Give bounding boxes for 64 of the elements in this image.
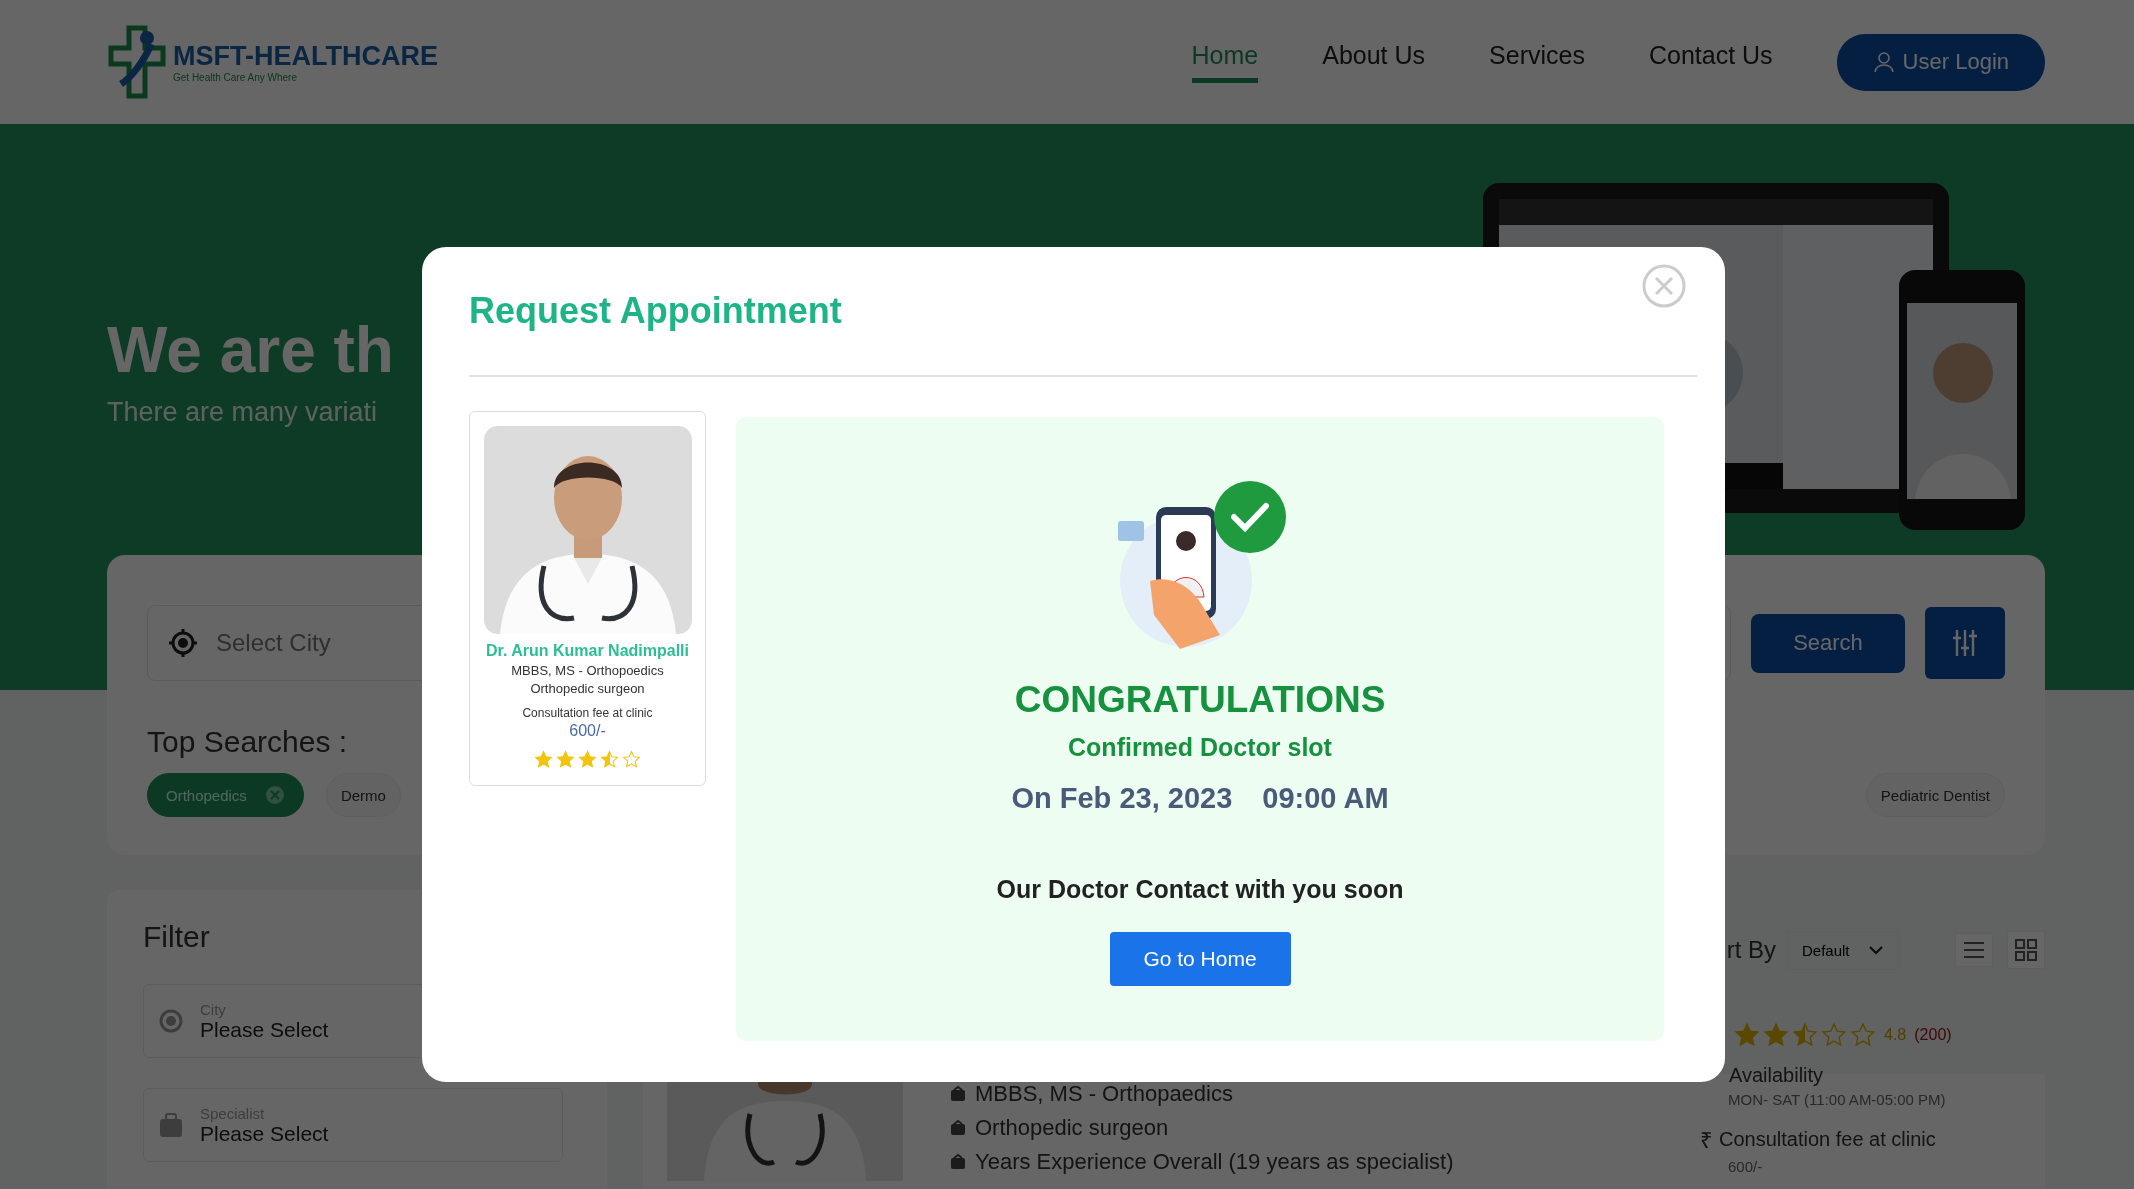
section-label: Top Searches : <box>147 725 348 759</box>
fee-label: Consultation fee at clinic <box>522 706 653 720</box>
confirmation-message: Our Doctor Contact with you soon <box>996 875 1404 904</box>
doctor-specialty: Orthopedic surgeon <box>530 681 645 696</box>
nav-link[interactable]: Contact Us <box>1648 41 1773 83</box>
search-button[interactable]: Search <box>1751 613 1905 673</box>
star-icon <box>1792 1022 1818 1048</box>
confirmation-subheading: Confirmed Doctor slot <box>1068 733 1332 762</box>
nav-link[interactable]: Services <box>1489 41 1585 83</box>
logo-name[interactable]: MSFT-HEALTHCARE <box>173 41 438 72</box>
field-value: Please Select <box>200 1121 329 1146</box>
sort-label: rt By <box>1726 936 1776 964</box>
doctor-detail: Orthopedic surgeon <box>975 1116 1169 1141</box>
chip[interactable]: Pediatric Dentist <box>1865 773 2005 817</box>
field-value: Please Select <box>200 1017 329 1042</box>
close-icon <box>1641 263 1687 309</box>
rating-value: 4.8 <box>1884 1026 1907 1044</box>
doctor-detail: MBBS, MS - Orthopaedics <box>975 1082 1233 1107</box>
nav-link[interactable]: About Us <box>1322 41 1426 83</box>
home-button[interactable]: Go to Home <box>1109 932 1291 986</box>
list-icon <box>1963 941 1985 959</box>
hero-heading: We are th <box>107 313 394 387</box>
chip[interactable]: Orthopedics <box>147 773 304 817</box>
user-icon <box>1872 51 1895 73</box>
filter-button[interactable] <box>1925 607 2005 679</box>
logo-tagline: Get Health Care Any Where <box>173 72 298 83</box>
briefcase-icon <box>949 1119 967 1138</box>
close-button[interactable] <box>1641 263 1687 309</box>
dialog-title: Request Appointment <box>469 290 842 332</box>
star-icon <box>556 750 575 769</box>
doctor-detail: Years Experience Overall (19 years as specialist) <box>975 1150 1454 1175</box>
grid-view-button[interactable] <box>2007 931 2045 969</box>
star-icon <box>1850 1022 1876 1048</box>
location-icon <box>168 628 198 658</box>
chip[interactable]: Dermo <box>325 773 401 817</box>
review-count: (200) <box>1914 1026 1952 1044</box>
list-view-button[interactable] <box>1955 933 1993 967</box>
star-icon <box>600 750 619 769</box>
star-icon <box>534 750 553 769</box>
panel-title: Filter <box>143 920 211 954</box>
availability-hours: MON- SAT (11:00 AM-05:00 PM) <box>1727 1091 1947 1108</box>
fee-label: Consultation fee at clinic <box>1719 1127 1936 1151</box>
star-icon <box>622 750 641 769</box>
star-icon <box>1734 1022 1760 1048</box>
fee-amount: 600/- <box>1727 1158 1764 1175</box>
appointment-time: 09:00 AM <box>1262 782 1389 815</box>
currency-symbol: ₹ <box>1700 1127 1713 1154</box>
doctor-name: Dr. Arun Kumar Nadimpalli <box>486 642 689 660</box>
hero-subheading: There are many variati <box>107 397 379 428</box>
grid-icon <box>2015 939 2037 961</box>
chevron-down-icon <box>1868 945 1884 955</box>
sliders-icon <box>1951 628 1979 658</box>
star-icon <box>1821 1022 1847 1048</box>
fee-amount: 600/- <box>569 722 606 740</box>
login-button[interactable]: User Login <box>1836 33 2045 91</box>
appointment-date: On Feb 23, 2023 <box>1011 782 1233 815</box>
star-icon <box>578 750 597 769</box>
doctor-degree: MBBS, MS - Orthopoedics <box>511 663 664 678</box>
confirmation-heading: CONGRATULATIONS <box>1014 679 1386 721</box>
nav-link[interactable]: Home <box>1191 41 1259 83</box>
availability-label: Availability <box>1729 1064 1824 1087</box>
close-icon <box>264 785 285 805</box>
star-icon <box>1763 1022 1789 1048</box>
logo-icon <box>107 24 167 100</box>
